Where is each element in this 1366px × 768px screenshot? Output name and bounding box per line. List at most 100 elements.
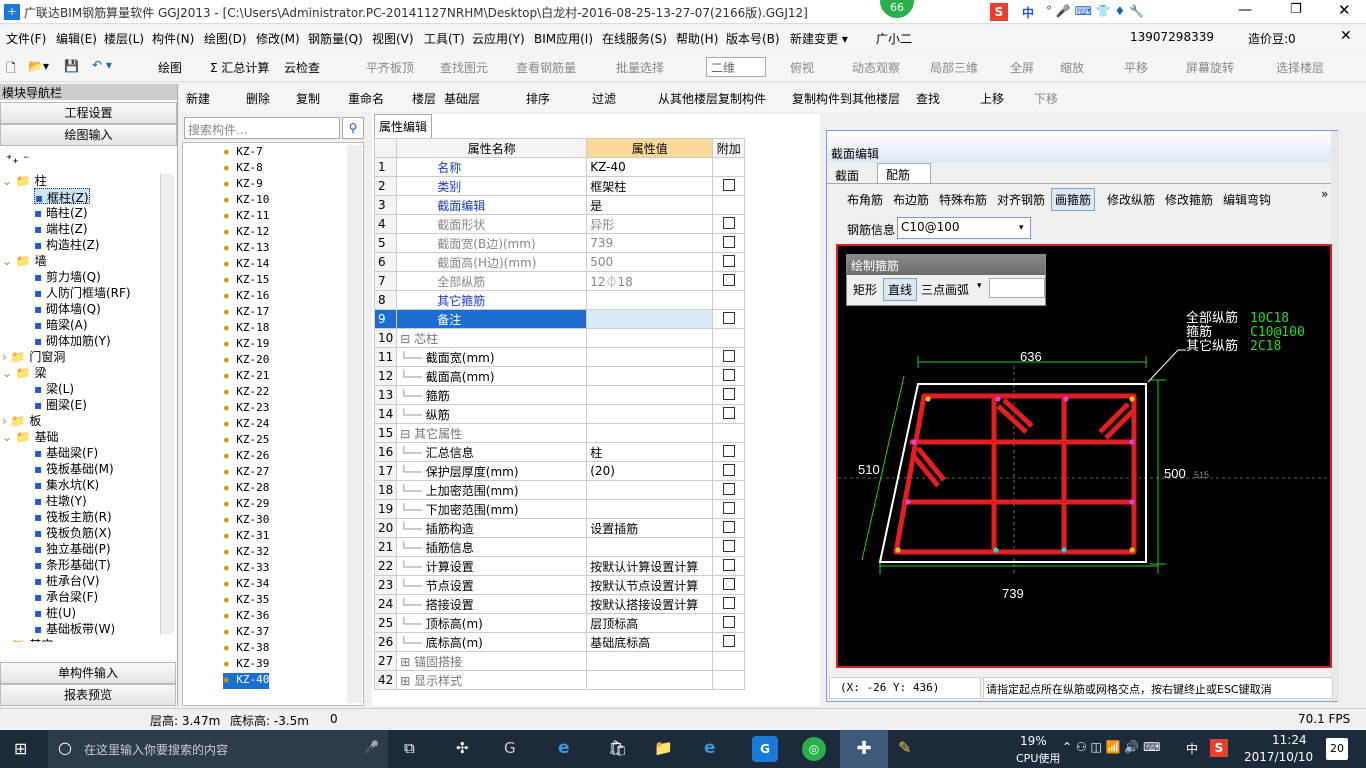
- add-checkbox[interactable]: [722, 235, 735, 248]
- property-row[interactable]: 16 └── 汇总信息柱: [373, 442, 746, 462]
- component-item[interactable]: ✹ KZ-32: [223, 545, 269, 561]
- property-row[interactable]: 23 └── 节点设置 按默认节点设置计算: [373, 575, 746, 595]
- property-row[interactable]: 18 └── 上加密范围(mm): [373, 480, 746, 500]
- component-item[interactable]: ✹ KZ-29: [223, 497, 269, 513]
- expand-collapse-icon[interactable]: ⁺₊ ⁻: [0, 146, 177, 172]
- tree-item-raft-neg[interactable]: ▪ 筏板负筋(X): [34, 524, 112, 540]
- property-value[interactable]: [586, 309, 714, 329]
- corner-rebar-button[interactable]: 布角筋: [847, 191, 883, 208]
- component-item[interactable]: ✹ KZ-38: [223, 641, 269, 657]
- account-price[interactable]: 造价豆:0: [1248, 30, 1296, 47]
- component-item[interactable]: ✹ KZ-30: [223, 513, 269, 529]
- fan-app-icon[interactable]: ✣: [456, 739, 469, 757]
- menu-new-change[interactable]: 新建变更 ▾: [790, 30, 848, 47]
- component-search-input[interactable]: 搜索构件...: [184, 117, 340, 139]
- menu-online[interactable]: 在线服务(S): [602, 30, 667, 47]
- top-view-button[interactable]: 俯视: [790, 59, 814, 76]
- component-item[interactable]: ✹ KZ-37: [223, 625, 269, 641]
- property-value[interactable]: (20): [586, 461, 714, 481]
- tray-icons[interactable]: ⌃ ⚇ ◫ 📶 🔊 ⌨: [1062, 740, 1160, 754]
- component-item[interactable]: ✹ KZ-31: [223, 529, 269, 545]
- tree-item-hidden-col[interactable]: ▪ 暗柱(Z): [34, 204, 88, 220]
- save-icon[interactable]: 💾: [64, 59, 79, 73]
- property-value[interactable]: 是: [586, 195, 714, 215]
- component-item[interactable]: ✹ KZ-27: [223, 465, 269, 481]
- ie-icon[interactable]: e: [704, 738, 716, 758]
- component-item[interactable]: ✹ KZ-36: [223, 609, 269, 625]
- edge-icon[interactable]: e: [558, 738, 570, 758]
- component-item[interactable]: ✹ KZ-9: [223, 177, 263, 193]
- add-checkbox[interactable]: [722, 349, 735, 362]
- tree-item-end-col[interactable]: ▪ 端柱(Z): [34, 220, 88, 236]
- menu-bim[interactable]: BIM应用(I): [534, 30, 593, 47]
- tree-item-shear-wall[interactable]: ▪ 剪力墙(Q): [34, 268, 101, 284]
- component-item[interactable]: ✹ KZ-18: [223, 321, 269, 337]
- property-value[interactable]: 异形: [586, 214, 714, 234]
- tree-item-pillar[interactable]: ⌄ 📁 柱: [2, 172, 47, 188]
- property-value[interactable]: 层顶标高: [586, 613, 714, 633]
- tray-sogou-icon[interactable]: S: [1210, 739, 1228, 757]
- find-element-button[interactable]: 查找图元: [440, 59, 488, 76]
- tree-item-raft-main[interactable]: ▪ 筏板主筋(R): [34, 508, 112, 524]
- app-g-icon[interactable]: G: [504, 739, 516, 757]
- component-item[interactable]: ✹ KZ-15: [223, 273, 269, 289]
- tree-item-foundation[interactable]: ⌄ 📁 基础: [2, 428, 59, 444]
- property-row[interactable]: 24 └── 搭接设置 按默认搭接设置计算: [373, 594, 746, 614]
- edge-rebar-button[interactable]: 布边筋: [893, 191, 929, 208]
- close-button[interactable]: ✕: [1338, 1, 1351, 19]
- add-checkbox[interactable]: [722, 387, 735, 400]
- tree-item-ring-beam[interactable]: ▪ 圈梁(E): [34, 396, 87, 412]
- property-row[interactable]: 1 名称 KZ-40: [373, 157, 746, 177]
- component-item[interactable]: ✹ KZ-17: [223, 305, 269, 321]
- property-value[interactable]: 框架柱: [586, 176, 714, 196]
- overflow-icon[interactable]: »: [1321, 187, 1328, 201]
- select-floor-button[interactable]: 选择楼层: [1276, 59, 1324, 76]
- property-value[interactable]: [586, 385, 714, 405]
- property-value[interactable]: 739: [586, 233, 714, 253]
- menu-file[interactable]: 文件(F): [6, 30, 46, 47]
- calc-button[interactable]: Σ 汇总计算: [210, 59, 269, 76]
- rebar-point[interactable]: [1129, 499, 1135, 505]
- local-3d-button[interactable]: 局部三维: [930, 59, 978, 76]
- rebar-point[interactable]: [905, 499, 911, 505]
- rebar-point[interactable]: [1063, 396, 1069, 402]
- property-row[interactable]: 25 └── 顶标高(m) 层顶标高: [373, 613, 746, 633]
- component-item[interactable]: ✹ KZ-14: [223, 257, 269, 273]
- find-button[interactable]: 查找: [916, 90, 940, 107]
- task-view-icon[interactable]: ⧉: [404, 739, 415, 757]
- green-app-icon[interactable]: ◎: [802, 737, 826, 761]
- tray-lang[interactable]: 中: [1186, 740, 1198, 757]
- add-checkbox[interactable]: [722, 501, 735, 514]
- component-item[interactable]: ✹ KZ-11: [223, 209, 269, 225]
- component-item[interactable]: ✹ KZ-20: [223, 353, 269, 369]
- tree-item-cap-beam[interactable]: ▪ 承台梁(F): [34, 588, 98, 604]
- property-row[interactable]: 8 其它箍筋: [373, 290, 746, 310]
- component-item[interactable]: ✹ KZ-39: [223, 657, 269, 673]
- view-mode-select[interactable]: 二维: [706, 57, 766, 77]
- tree-item-slab[interactable]: › 📁 板: [2, 412, 41, 428]
- menu-cloud[interactable]: 云应用(Y): [472, 30, 525, 47]
- batch-select-button[interactable]: 批量选择: [616, 59, 664, 76]
- floor-select[interactable]: 基础层: [444, 90, 480, 107]
- property-row[interactable]: 17 └── 保护层厚度(mm) (20): [373, 461, 746, 481]
- add-checkbox[interactable]: [722, 539, 735, 552]
- add-checkbox[interactable]: [722, 596, 735, 609]
- component-item[interactable]: ✹ KZ-21: [223, 369, 269, 385]
- property-value[interactable]: 12⏀18: [586, 271, 714, 291]
- ime-tools-icon[interactable]: ° 🎤 ⌨ 👕 ♦ 🔧: [1046, 4, 1144, 18]
- edit-hook-button[interactable]: 编辑弯钩: [1223, 191, 1271, 208]
- property-row[interactable]: 22 └── 计算设置 按默认计算设置计算: [373, 556, 746, 576]
- property-value[interactable]: KZ-40: [586, 157, 714, 177]
- property-row[interactable]: 10 ⊟ 芯柱: [373, 328, 746, 348]
- edit-long-rebar-button[interactable]: 修改纵筋: [1107, 191, 1155, 208]
- tree-item-strip-found[interactable]: ▪ 条形基础(T): [34, 556, 111, 572]
- property-row[interactable]: 15 ⊟ 其它属性: [373, 423, 746, 443]
- component-item[interactable]: ✹ KZ-19: [223, 337, 269, 353]
- property-row[interactable]: 7 全部纵筋 12⏀18: [373, 271, 746, 291]
- property-value[interactable]: 按默认计算设置计算: [586, 556, 714, 576]
- property-value[interactable]: 设置插筋: [586, 518, 714, 538]
- property-value[interactable]: 500: [586, 252, 714, 272]
- menu-view[interactable]: 视图(V): [372, 30, 414, 47]
- tree-item-isolated-found[interactable]: ▪ 独立基础(P): [34, 540, 111, 556]
- tree-item-pile[interactable]: ▪ 桩(U): [34, 604, 76, 620]
